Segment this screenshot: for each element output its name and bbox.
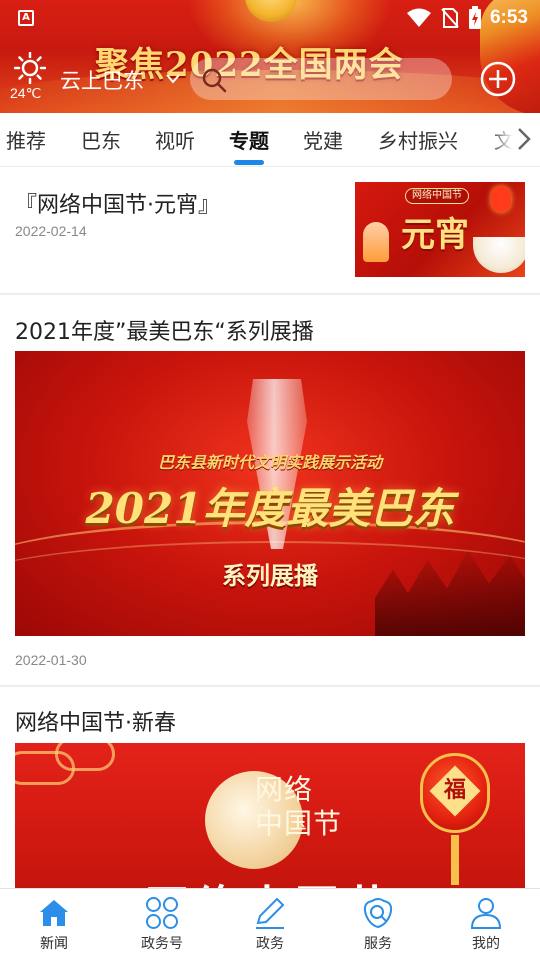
pen-icon [256,897,285,929]
search-input[interactable] [234,58,444,100]
item-date: 2022-02-14 [15,223,87,239]
banner-main-title: 2021年度最美巴东 [85,484,455,533]
banner-subtitle: 巴东县新时代文明实践展示活动 [157,453,382,472]
cloud-pattern [55,743,115,771]
fu-char: 福 [443,777,467,803]
item-banner-image[interactable]: 巴东县新时代文明实践展示活动 2021年度最美巴东 系列展播 [15,351,525,636]
nav-label: 我的 [472,936,500,952]
nav-mine[interactable]: 我的 [432,889,540,960]
chevron-right-icon[interactable] [516,127,532,151]
status-icons: 6:53 [406,6,528,30]
brand-name[interactable]: 云上巴东 [60,65,144,95]
status-time: 6:53 [489,7,528,28]
divider [0,293,540,295]
bottom-nav: 新闻 政务号 政务 服务 我的 [0,888,540,960]
item-title[interactable]: 『网络中国节·元宵』 [15,187,220,219]
status-app-icon: A [18,10,34,26]
tab-recommend[interactable]: 推荐 [6,125,46,154]
search-icon[interactable] [200,66,228,94]
banner-big-text: 网络中国节 [15,871,525,888]
tab-party-building[interactable]: 党建 [303,125,343,154]
nav-services[interactable]: 服务 [324,889,432,960]
nav-gov-accounts[interactable]: 政务号 [108,889,216,960]
header-banner: A 6:53 聚焦2022全国两会 24℃ 云上巴东 [0,0,540,113]
item-banner-image[interactable]: 网络 中国节 福 网络中国节 [15,743,525,888]
weather-temperature: 24℃ [10,85,42,101]
nav-gov-affairs[interactable]: 政务 [216,889,324,960]
item-title[interactable]: 网络中国节·新春 [15,705,176,737]
banner-series: 系列展播 [222,562,318,590]
item-thumbnail[interactable]: 网络中国节 元宵 [355,182,525,277]
tab-badong[interactable]: 巴东 [81,125,121,154]
tangyuan-bowl [473,237,525,273]
item-title[interactable]: 2021年度”最美巴东“系列展播 [15,314,314,346]
active-tab-indicator [234,160,264,165]
thumbnail-badge: 网络中国节 [405,188,469,204]
tab-audiovisual[interactable]: 视听 [155,125,195,154]
logo-line: 中国节 [255,807,343,840]
thumbnail-title: 元宵 [401,215,469,255]
nav-label: 新闻 [40,936,68,952]
chevron-down-icon[interactable] [166,74,180,84]
clover-icon [146,897,178,929]
feed-list: 『网络中国节·元宵』 2022-02-14 网络中国节 元宵 2021年度”最美… [0,167,540,888]
no-sim-icon [441,8,459,28]
divider [0,685,540,687]
status-bar: A 6:53 [0,0,540,36]
tab-rural-revitalization[interactable]: 乡村振兴 [378,125,458,154]
nav-label: 政务 [256,936,284,952]
battery-charging-icon [468,6,481,29]
search-box[interactable] [190,58,452,100]
channel-tabs: 推荐 巴东 视听 专题 党建 乡村振兴 文 [0,113,540,167]
home-icon [40,900,68,926]
item-date: 2022-01-30 [15,652,87,668]
nav-label: 服务 [364,936,392,952]
tab-fade [490,113,540,166]
logo-text: 网络 中国节 [255,773,342,841]
service-search-icon [363,898,393,929]
sun-icon [13,51,47,85]
tab-special-topics[interactable]: 专题 [229,125,269,154]
lantern-icon [491,186,511,212]
weather-widget[interactable] [10,51,50,88]
user-icon [470,898,502,929]
add-button[interactable] [479,60,517,98]
nav-label: 政务号 [141,936,183,952]
logo-line: 网络 [255,773,314,806]
cartoon-figure [363,222,389,262]
nav-news[interactable]: 新闻 [0,889,108,960]
wifi-icon [406,8,431,27]
